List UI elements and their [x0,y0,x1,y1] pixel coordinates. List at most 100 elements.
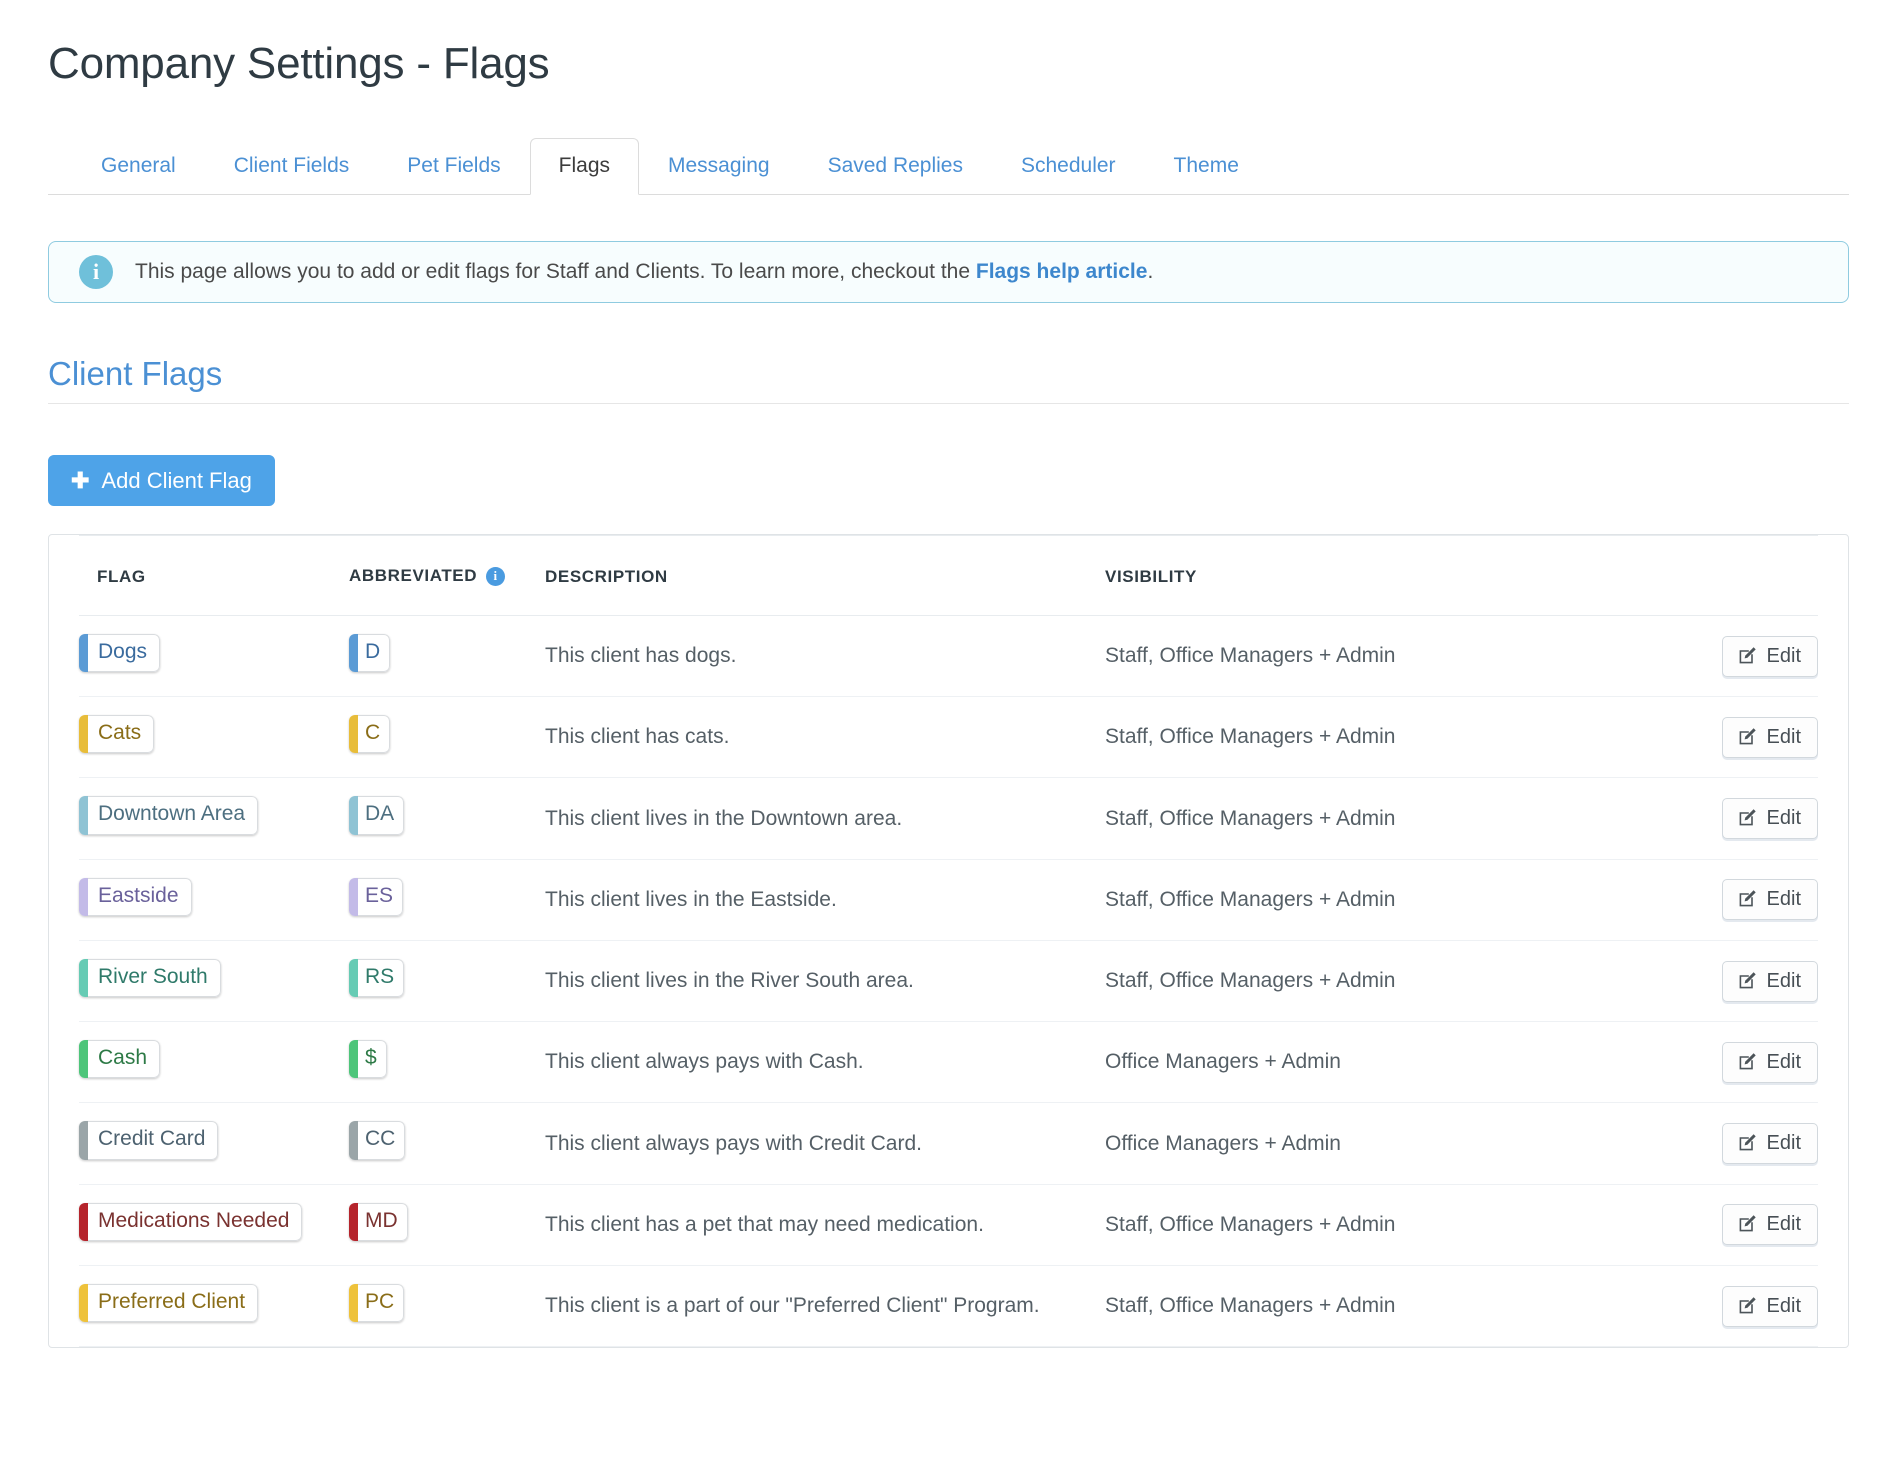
table-body: Dogs D This client has dogs. Staff, Office … [79,615,1818,1348]
cell-description: This client lives in the Downtown area. [545,777,1105,860]
tab-flags[interactable]: Flags [529,137,639,195]
flag-abbreviation-badge[interactable]: $ [349,1040,387,1079]
table-row: Eastside ES This client lives in the Easts… [79,859,1818,941]
flag-color-bar [79,715,88,754]
flag-badge[interactable]: Preferred Client [79,1283,259,1323]
cell-abbreviated: MD [349,1184,545,1266]
flag-abbreviation-badge[interactable]: C [349,715,391,754]
flag-abbreviation-badge[interactable]: MD [349,1202,408,1241]
cell-abbreviated: ES [349,859,545,941]
table-row: Cash $ This client always pays with Cash. O… [79,1021,1818,1104]
flag-color-bar [349,958,358,998]
edit-button-label: Edit [1766,644,1801,667]
flag-color-bar [349,633,358,673]
column-header-visibility: VISIBILITY [1105,535,1698,616]
flag-abbreviation-label: RS [358,958,405,998]
flag-abbreviation-badge[interactable]: CC [349,1121,406,1160]
flag-abbreviation-label: MD [358,1202,408,1241]
table-row: Preferred Client PC This client is a part … [79,1265,1818,1348]
cell-description: This client has cats. [545,696,1105,779]
edit-button-label: Edit [1766,969,1801,992]
flag-badge[interactable]: Eastside [79,877,192,916]
plus-icon: ✚ [71,467,90,493]
flag-color-bar [79,877,88,916]
cell-actions: Edit [1698,1265,1818,1348]
cell-abbreviated: CC [349,1102,545,1185]
cell-abbreviated: D [349,615,545,698]
cell-abbreviated: $ [349,1021,545,1104]
edit-button[interactable]: Edit [1721,798,1818,840]
flags-help-article-link[interactable]: Flags help article [976,260,1148,283]
cell-flag: Cats [79,696,349,779]
cell-visibility: Staff, Office Managers + Admin [1105,777,1698,860]
flag-abbreviation-badge[interactable]: ES [349,877,404,916]
flag-abbreviation-badge[interactable]: RS [349,958,405,998]
flag-abbreviation-label: PC [358,1283,405,1323]
flag-abbreviation-badge[interactable]: D [349,633,391,673]
add-client-flag-button[interactable]: ✚ Add Client Flag [48,455,275,507]
column-header-flag: FLAG [79,535,349,616]
flag-abbreviation-label: ES [358,877,404,916]
flag-badge[interactable]: Dogs [79,633,161,673]
cell-visibility: Office Managers + Admin [1105,1021,1698,1104]
edit-button[interactable]: Edit [1721,1123,1818,1165]
flag-badge-label: Cats [88,715,155,754]
cell-actions: Edit [1698,1184,1818,1266]
abbreviated-info-icon[interactable]: i [486,566,506,586]
flag-color-bar [79,633,88,673]
flag-badge[interactable]: Credit Card [79,1121,219,1160]
cell-actions: Edit [1698,777,1818,860]
pencil-square-icon [1737,889,1757,909]
flag-color-bar [79,1121,88,1160]
tab-messaging[interactable]: Messaging [639,138,799,195]
tab-pet-fields[interactable]: Pet Fields [378,138,529,195]
cell-actions: Edit [1698,859,1818,941]
flag-color-bar [349,796,358,835]
column-header-abbreviated: ABBREVIATED i [349,535,545,616]
flag-color-bar [349,877,358,916]
tab-theme[interactable]: Theme [1145,138,1268,195]
section-heading-client-flags: Client Flags [48,355,1849,404]
edit-button[interactable]: Edit [1721,635,1818,677]
tab-client-fields[interactable]: Client Fields [205,138,379,195]
flag-abbreviation-badge[interactable]: PC [349,1283,405,1323]
settings-page: Company Settings - Flags General Client F… [0,0,1897,1459]
column-header-abbreviated-label: ABBREVIATED [349,566,478,586]
table-row: Credit Card CC This client always pays wit… [79,1102,1818,1185]
flag-badge-label: Dogs [88,633,161,673]
cell-description: This client is a part of our "Preferred … [545,1265,1105,1348]
pencil-square-icon [1737,727,1757,747]
flag-badge[interactable]: Cash [79,1040,161,1079]
info-banner-text-before: This page allows you to add or edit flag… [135,259,976,283]
flag-color-bar [349,1040,358,1079]
edit-button[interactable]: Edit [1721,960,1818,1002]
cell-flag: Credit Card [79,1102,349,1185]
cell-flag: Eastside [79,859,349,941]
cell-actions: Edit [1698,696,1818,779]
edit-button[interactable]: Edit [1721,1204,1818,1246]
client-flags-table-card: FLAG ABBREVIATED i DESCRIPTION VISIBILITY… [48,534,1849,1349]
info-banner-text: This page allows you to add or edit flag… [135,260,1153,284]
flag-abbreviation-badge[interactable]: DA [349,796,405,835]
pencil-square-icon [1737,1296,1757,1316]
tab-saved-replies[interactable]: Saved Replies [799,138,992,195]
tab-scheduler[interactable]: Scheduler [992,138,1145,195]
flag-badge[interactable]: River South [79,958,221,998]
cell-flag: River South [79,940,349,1023]
edit-button[interactable]: Edit [1721,879,1818,921]
flag-color-bar [349,715,358,754]
tab-general[interactable]: General [72,138,205,195]
edit-button-label: Edit [1766,1050,1801,1073]
cell-description: This client always pays with Cash. [545,1021,1105,1104]
edit-button[interactable]: Edit [1721,1041,1818,1083]
flag-badge[interactable]: Downtown Area [79,796,259,835]
flag-badge[interactable]: Cats [79,715,155,754]
pencil-square-icon [1737,1133,1757,1153]
flag-badge[interactable]: Medications Needed [79,1202,303,1241]
edit-button[interactable]: Edit [1721,716,1818,758]
cell-visibility: Staff, Office Managers + Admin [1105,859,1698,941]
flag-color-bar [79,796,88,835]
edit-button-label: Edit [1766,1294,1801,1317]
cell-abbreviated: C [349,696,545,779]
edit-button[interactable]: Edit [1721,1285,1818,1327]
